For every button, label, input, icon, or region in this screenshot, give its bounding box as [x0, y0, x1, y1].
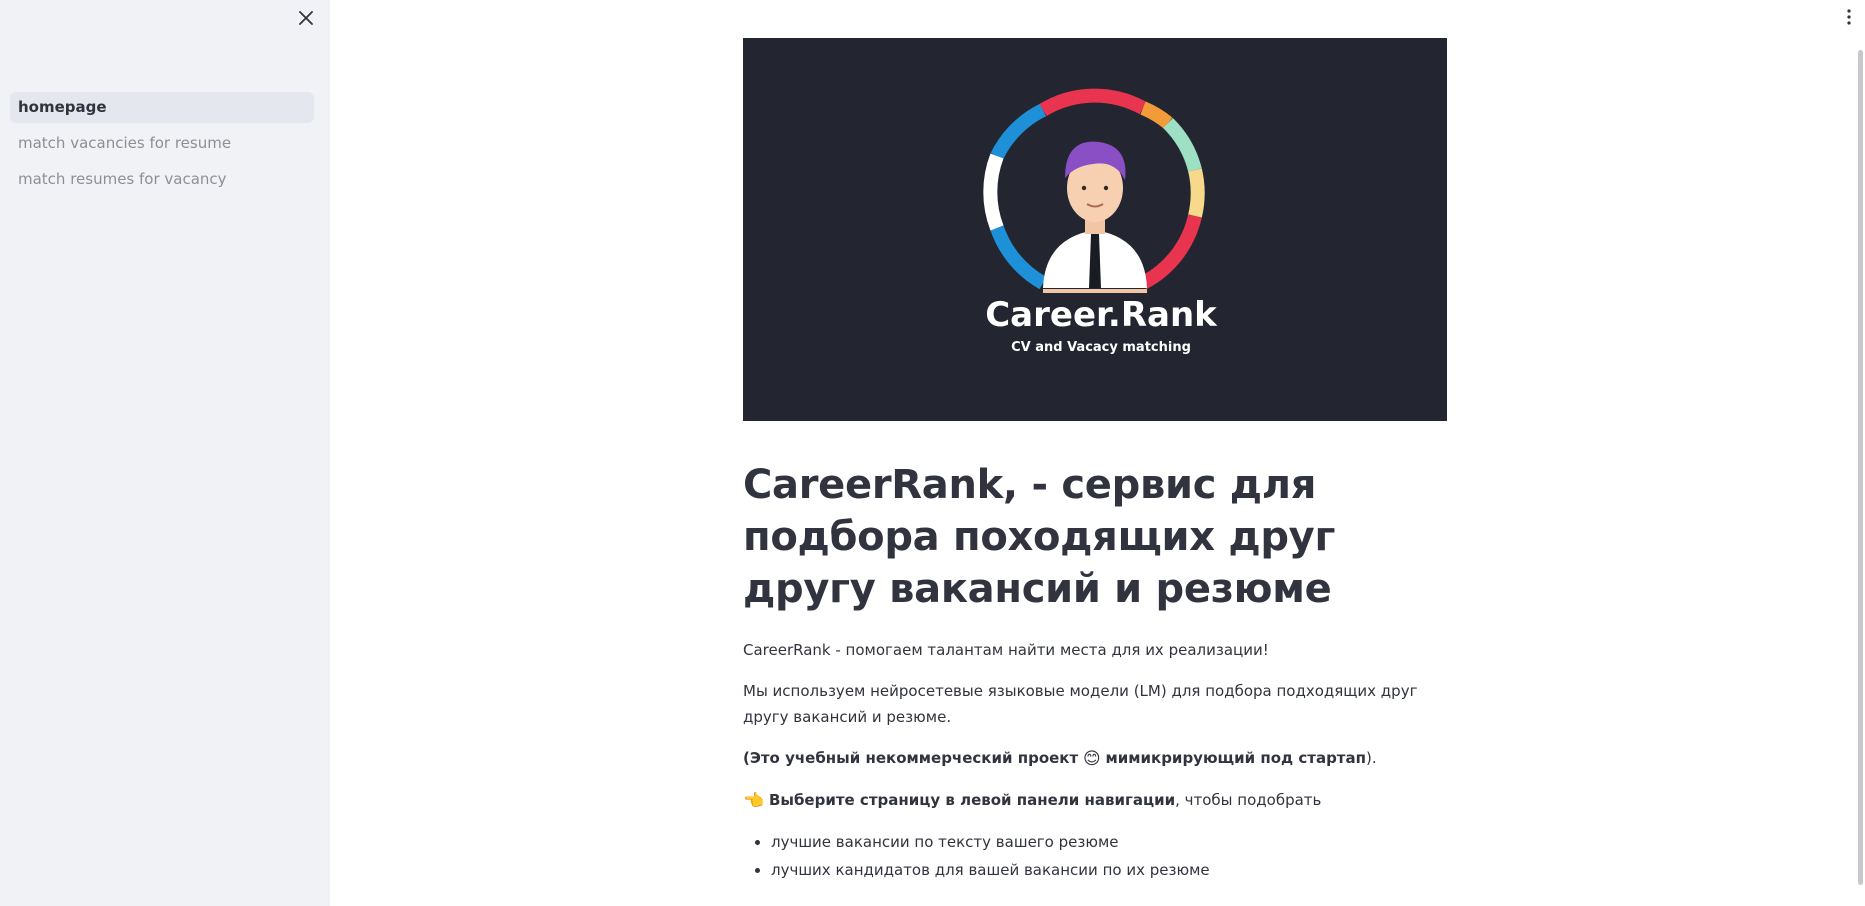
sidebar-item-match-resumes[interactable]: match resumes for vacancy: [10, 164, 314, 195]
close-icon: [299, 11, 313, 25]
main-content: Career.Rank CV and Vacacy matching Caree…: [743, 38, 1447, 884]
intro-text: CareerRank - помогаем талантам найти мес…: [743, 641, 1269, 659]
list-item: лучшие вакансии по тексту вашего резюме: [771, 828, 1447, 856]
page-title: CareerRank, - сервис для подбора походящ…: [743, 462, 1336, 612]
sidebar-item-homepage[interactable]: homepage: [10, 92, 314, 123]
note-bold-part-1: Это учебный некоммерческий проект: [749, 749, 1079, 767]
sidebar-nav: homepage match vacancies for resume matc…: [10, 92, 314, 200]
note-open-paren: (: [743, 749, 750, 767]
navigation-hint-rest: , чтобы подобрать: [1175, 791, 1322, 809]
app-window: homepage match vacancies for resume matc…: [0, 0, 1865, 906]
logo-brand-text: Career.Rank: [985, 295, 1218, 335]
project-note: (Это учебный некоммерческий проект 😊 мим…: [743, 745, 1447, 772]
pointing-left-icon: 👈: [743, 791, 765, 811]
navigation-hint: 👈 Выберите страницу в левой панели навиг…: [743, 787, 1447, 814]
description-text: Мы используем нейросетевые языковые моде…: [743, 682, 1418, 726]
more-vertical-icon: [1847, 9, 1851, 25]
features-list: лучшие вакансии по тексту вашего резюме …: [743, 828, 1447, 884]
note-bold-part-2: мимикрирующий под стартап: [1105, 749, 1366, 767]
page-scrollbar[interactable]: [1858, 50, 1863, 885]
smile-icon: 😊: [1082, 749, 1101, 769]
navigation-hint-bold: Выберите страницу в левой панели навигац…: [768, 791, 1176, 809]
main-menu-button[interactable]: [1841, 6, 1857, 28]
career-rank-banner: Career.Rank CV and Vacacy matching: [743, 38, 1447, 421]
career-rank-logo: Career.Rank CV and Vacacy matching: [983, 88, 1218, 355]
close-sidebar-button[interactable]: [294, 6, 318, 30]
sidebar: homepage match vacancies for resume matc…: [0, 0, 330, 906]
note-close-paren: ).: [1366, 749, 1377, 767]
sidebar-item-match-vacancies[interactable]: match vacancies for resume: [10, 128, 314, 159]
logo-tagline: CV and Vacacy matching: [1011, 340, 1191, 355]
list-item: лучших кандидатов для вашей вакансии по …: [771, 856, 1447, 884]
